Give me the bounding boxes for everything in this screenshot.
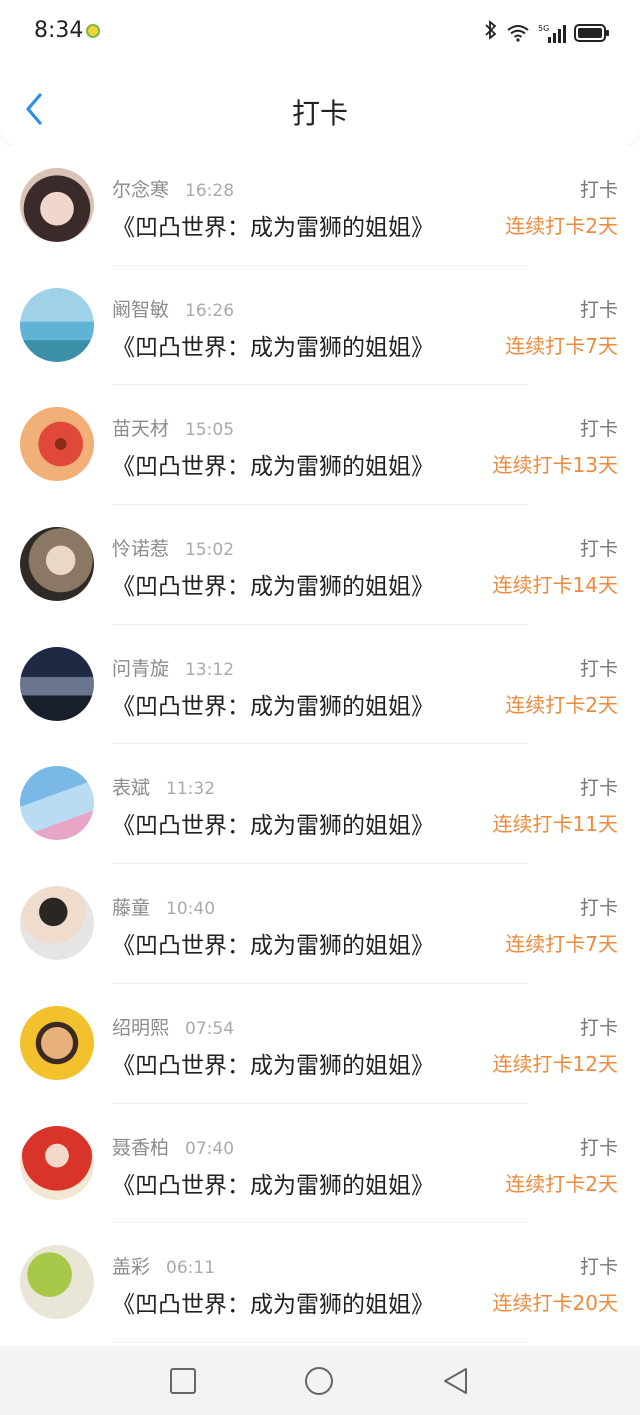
book-title: 《凹凸世界：成为雷狮的姐姐》 (112, 693, 434, 720)
home-circle-icon[interactable] (304, 1366, 334, 1396)
checkin-time: 07:40 (185, 1138, 235, 1159)
streak-text: 连续打卡20天 (492, 1291, 618, 1316)
checkin-time: 15:05 (185, 420, 235, 441)
checkin-label: 打卡 (579, 538, 618, 561)
streak-text: 连续打卡2天 (505, 214, 618, 238)
user-name: 阚智敏 (112, 298, 170, 321)
user-name: 藤童 (112, 897, 151, 920)
checkin-time: 16:28 (185, 181, 235, 201)
streak-text: 连续打卡2天 (505, 692, 618, 717)
checkin-label: 打卡 (579, 1136, 618, 1159)
user-name: 苗天材 (112, 418, 170, 441)
wifi-icon (506, 24, 530, 42)
list-item[interactable]: 聂香柏 07:40 《凹凸世界：成为雷狮的姐姐》 打卡 连续打卡2天 (0, 1104, 640, 1224)
user-name: 表斌 (112, 777, 151, 800)
user-name: 盖彩 (112, 1256, 151, 1279)
avatar[interactable] (20, 407, 94, 482)
avatar[interactable] (20, 1245, 94, 1320)
book-title: 《凹凸世界：成为雷狮的姐姐》 (112, 334, 434, 361)
streak-text: 连续打卡7天 (505, 333, 618, 358)
list-item[interactable]: 尔念寒 16:28 《凹凸世界：成为雷狮的姐姐》 打卡 连续打卡2天 (0, 146, 640, 266)
streak-text: 连续打卡7天 (505, 932, 618, 957)
checkin-time: 11:32 (166, 779, 216, 800)
checkin-label: 打卡 (579, 298, 618, 321)
book-title: 《凹凸世界：成为雷狮的姐姐》 (112, 454, 434, 481)
book-title: 《凹凸世界：成为雷狮的姐姐》 (112, 1292, 434, 1319)
page-title: 打卡 (291, 97, 348, 130)
checkin-label: 打卡 (579, 897, 618, 920)
system-nav-bar (0, 1346, 640, 1415)
checkin-label: 打卡 (579, 657, 618, 680)
divider (112, 1341, 528, 1343)
user-name: 尔念寒 (112, 179, 170, 201)
user-name: 怜诺惹 (112, 538, 170, 561)
streak-text: 连续打卡13天 (492, 453, 618, 478)
signal-icon: 5G (538, 23, 566, 43)
checkin-label: 打卡 (579, 418, 618, 441)
avatar[interactable] (20, 766, 94, 841)
list-item[interactable]: 藤童 10:40 《凹凸世界：成为雷狮的姐姐》 打卡 连续打卡7天 (0, 864, 640, 984)
status-bar: 8:34 5G (0, 0, 640, 64)
book-title: 《凹凸世界：成为雷狮的姐姐》 (112, 813, 434, 840)
avatar[interactable] (20, 287, 94, 362)
list-item[interactable]: 表斌 11:32 《凹凸世界：成为雷狮的姐姐》 打卡 连续打卡11天 (0, 744, 640, 865)
header: 打卡 (0, 64, 640, 146)
list-item[interactable]: 问青旋 13:12 《凹凸世界：成为雷狮的姐姐》 打卡 连续打卡2天 (0, 625, 640, 745)
checkin-label: 打卡 (579, 1256, 618, 1279)
list-item[interactable]: 绍明熙 07:54 《凹凸世界：成为雷狮的姐姐》 打卡 连续打卡12天 (0, 984, 640, 1104)
list-item[interactable]: 怜诺惹 15:02 《凹凸世界：成为雷狮的姐姐》 打卡 连续打卡14天 (0, 505, 640, 625)
notification-emoji-icon (86, 24, 100, 38)
checkin-time: 16:26 (185, 300, 235, 321)
book-title: 《凹凸世界：成为雷狮的姐姐》 (112, 933, 434, 960)
book-title: 《凹凸世界：成为雷狮的姐姐》 (112, 1172, 434, 1199)
list-item[interactable]: 苗天材 15:05 《凹凸世界：成为雷狮的姐姐》 打卡 连续打卡13天 (0, 385, 640, 506)
avatar[interactable] (20, 527, 94, 602)
checkin-list: 尔念寒 16:28 《凹凸世界：成为雷狮的姐姐》 打卡 连续打卡2天 阚智敏 16:… (0, 146, 640, 1343)
streak-text: 连续打卡14天 (492, 573, 618, 598)
list-item[interactable]: 阚智敏 16:26 《凹凸世界：成为雷狮的姐姐》 打卡 连续打卡7天 (0, 266, 640, 386)
status-icons: 5G (484, 20, 610, 45)
streak-text: 连续打卡11天 (492, 812, 618, 837)
avatar[interactable] (20, 646, 94, 721)
network-label: 5G (538, 24, 549, 33)
avatar[interactable] (20, 1005, 94, 1080)
list-item[interactable]: 盖彩 06:11 《凹凸世界：成为雷狮的姐姐》 打卡 连续打卡20天 (0, 1223, 640, 1343)
user-name: 聂香柏 (112, 1136, 170, 1159)
checkin-label: 打卡 (579, 777, 618, 800)
checkin-time: 07:54 (185, 1018, 235, 1039)
streak-text: 连续打卡2天 (505, 1171, 618, 1196)
back-triangle-icon[interactable] (440, 1366, 470, 1396)
home-square-icon[interactable] (168, 1366, 198, 1396)
book-title: 《凹凸世界：成为雷狮的姐姐》 (112, 574, 434, 601)
checkin-time: 13:12 (185, 659, 235, 680)
checkin-label: 打卡 (579, 1016, 618, 1039)
status-time: 8:34 (34, 18, 84, 43)
checkin-time: 15:02 (185, 540, 235, 561)
checkin-label: 打卡 (579, 179, 618, 201)
book-title: 《凹凸世界：成为雷狮的姐姐》 (112, 1052, 434, 1079)
avatar[interactable] (20, 168, 94, 242)
streak-text: 连续打卡12天 (492, 1051, 618, 1076)
user-name: 绍明熙 (112, 1016, 170, 1039)
avatar[interactable] (20, 886, 94, 961)
battery-icon (574, 23, 610, 43)
bluetooth-icon (484, 20, 498, 45)
avatar[interactable] (20, 1125, 94, 1200)
user-name: 问青旋 (112, 657, 170, 680)
checkin-time: 06:11 (166, 1258, 216, 1279)
checkin-time: 10:40 (166, 899, 216, 920)
book-title: 《凹凸世界：成为雷狮的姐姐》 (112, 215, 434, 241)
